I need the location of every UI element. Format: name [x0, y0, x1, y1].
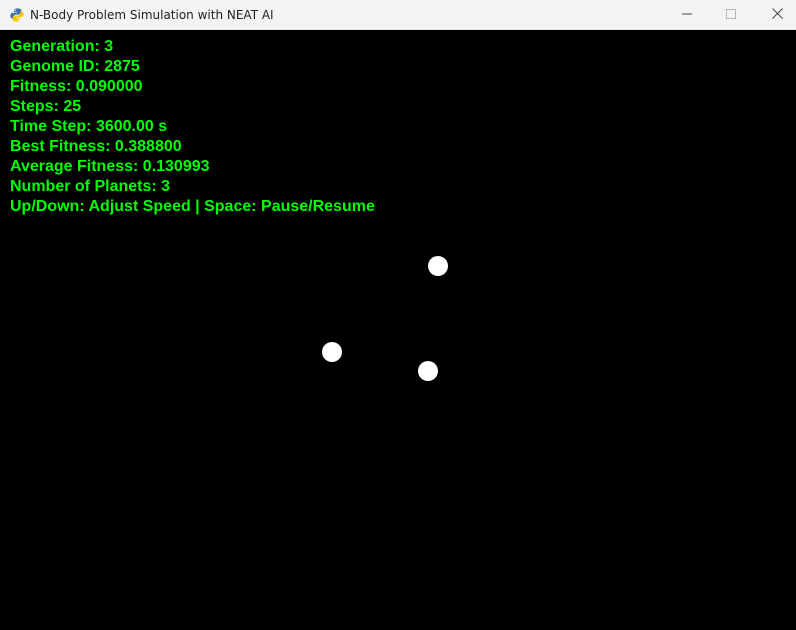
hud-overlay: Generation: 3 Genome ID: 2875 Fitness: 0… [10, 37, 375, 217]
planet [428, 256, 448, 276]
hud-fitness: Fitness: 0.090000 [10, 78, 143, 95]
hud-average-fitness: Average Fitness: 0.130993 [10, 158, 210, 175]
hud-best-fitness: Best Fitness: 0.388800 [10, 138, 182, 155]
simulation-canvas[interactable]: Generation: 3 Genome ID: 2875 Fitness: 0… [0, 30, 796, 630]
planet [418, 361, 438, 381]
maximize-button[interactable] [708, 0, 754, 30]
hud-generation: Generation: 3 [10, 38, 114, 55]
minimize-button[interactable] [664, 0, 710, 30]
app-window: N-Body Problem Simulation with NEAT AI G… [0, 0, 796, 630]
hud-time-step: Time Step: 3600.00 s [10, 118, 168, 135]
minimize-icon [682, 6, 692, 24]
window-title: N-Body Problem Simulation with NEAT AI [30, 8, 274, 22]
close-icon [771, 6, 783, 24]
hud-planet-count: Number of Planets: 3 [10, 178, 171, 195]
pygame-snake-icon [9, 7, 25, 23]
planet [322, 342, 342, 362]
hud-controls-hint: Up/Down: Adjust Speed | Space: Pause/Res… [10, 198, 375, 215]
maximize-icon [726, 6, 736, 24]
title-bar[interactable]: N-Body Problem Simulation with NEAT AI [0, 0, 796, 30]
hud-steps: Steps: 25 [10, 98, 82, 115]
close-button[interactable] [754, 0, 796, 30]
hud-genome-id: Genome ID: 2875 [10, 58, 140, 75]
